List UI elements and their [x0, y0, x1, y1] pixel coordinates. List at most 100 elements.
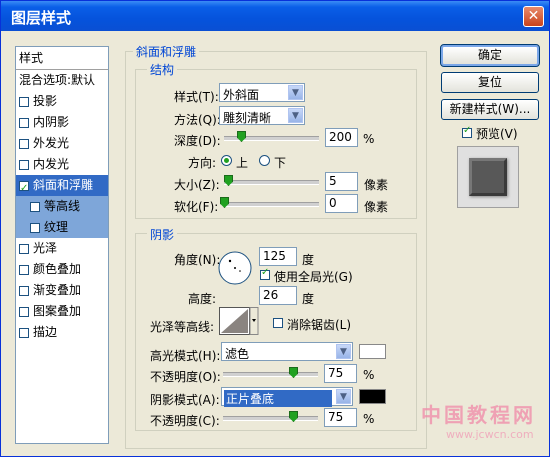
antialias-checkbox[interactable] — [273, 318, 283, 328]
soften-slider-track[interactable] — [224, 202, 319, 207]
gloss-contour-label: 光泽等高线: — [150, 320, 215, 334]
color-overlay-checkbox[interactable] — [19, 264, 29, 275]
depth-input[interactable]: 200 — [325, 128, 358, 147]
sidebar-item-label: 投影 — [33, 94, 58, 108]
global-light-label: 使用全局光(G) — [274, 270, 353, 284]
pattern-overlay-checkbox[interactable] — [19, 306, 29, 317]
direction-up-radio[interactable] — [221, 155, 232, 166]
angle-input[interactable]: 125 — [259, 247, 297, 266]
direction-down-label: 下 — [274, 156, 287, 170]
sidebar-item-label: 内阴影 — [33, 115, 70, 129]
sidebar-item-label: 渐变叠加 — [33, 283, 82, 297]
sidebar-item-label: 斜面和浮雕 — [33, 178, 94, 192]
chevron-down-icon: ▼ — [288, 85, 303, 100]
sidebar-item-label: 光泽 — [33, 241, 58, 255]
stroke-checkbox[interactable] — [19, 327, 29, 338]
altitude-input[interactable]: 26 — [259, 286, 297, 305]
sidebar-item-label: 等高线 — [44, 199, 81, 213]
sidebar-item-satin[interactable]: 光泽 — [16, 238, 108, 259]
preview-label: 预览(V) — [476, 127, 518, 141]
technique-label: 方法(Q): — [174, 113, 221, 127]
styles-list: 样式 混合选项:默认 投影 内阴影 外发光 内发光 斜面和浮雕 等高线 纹理 光… — [15, 46, 109, 444]
sidebar-item-stroke[interactable]: 描边 — [16, 322, 108, 343]
structure-title: 结构 — [147, 61, 178, 78]
shadow-mode-value: 正片叠底 — [224, 390, 332, 407]
outer-glow-checkbox[interactable] — [19, 138, 29, 149]
texture-checkbox[interactable] — [30, 222, 40, 233]
new-style-button[interactable]: 新建样式(W)... — [441, 99, 539, 120]
watermark-url: www.jcwcn.com — [446, 428, 534, 441]
highlight-mode-value: 滤色 — [225, 347, 250, 361]
global-light-checkbox[interactable] — [260, 267, 270, 280]
antialias-label: 消除锯齿(L) — [287, 318, 352, 332]
direction-up-label: 上 — [236, 156, 249, 170]
size-slider-track[interactable] — [224, 180, 319, 185]
size-label: 大小(Z): — [174, 178, 220, 192]
angle-dial[interactable] — [218, 251, 252, 285]
chevron-down-icon: ▼ — [336, 344, 351, 359]
shading-title: 阴影 — [147, 226, 178, 243]
sidebar-item-label: 纹理 — [44, 220, 69, 234]
close-button[interactable]: ✕ — [523, 6, 544, 27]
contour-checkbox[interactable] — [30, 201, 40, 212]
soften-input[interactable]: 0 — [325, 194, 358, 213]
highlight-opacity-track[interactable] — [223, 372, 318, 377]
sidebar-item-contour[interactable]: 等高线 — [16, 196, 108, 217]
gradient-overlay-checkbox[interactable] — [19, 285, 29, 296]
chevron-down-icon: ▼ — [336, 389, 351, 404]
style-preview-thumbnail — [457, 146, 519, 208]
styles-header[interactable]: 样式 — [16, 47, 108, 70]
highlight-mode-select[interactable]: 滤色 ▼ — [221, 342, 353, 361]
soften-label: 软化(F): — [174, 200, 219, 214]
shadow-opacity-input[interactable]: 75 — [324, 408, 357, 427]
shadow-opacity-label: 不透明度(C): — [150, 414, 220, 428]
altitude-unit: 度 — [302, 292, 315, 306]
inner-shadow-checkbox[interactable] — [19, 117, 29, 128]
sidebar-item-gradient-overlay[interactable]: 渐变叠加 — [16, 280, 108, 301]
highlight-color-swatch[interactable] — [359, 344, 386, 359]
sidebar-item-inner-shadow[interactable]: 内阴影 — [16, 112, 108, 133]
satin-checkbox[interactable] — [19, 243, 29, 254]
ok-button[interactable]: 确定 — [440, 44, 540, 67]
style-select-value: 外斜面 — [223, 88, 260, 102]
bevel-emboss-checkbox[interactable] — [19, 178, 29, 199]
reset-button[interactable]: 复位 — [441, 72, 539, 93]
depth-label: 深度(D): — [174, 134, 221, 148]
size-input[interactable]: 5 — [325, 172, 358, 191]
sidebar-item-color-overlay[interactable]: 颜色叠加 — [16, 259, 108, 280]
highlight-opacity-input[interactable]: 75 — [324, 364, 357, 383]
sidebar-item-label: 内发光 — [33, 157, 70, 171]
direction-down-radio[interactable] — [259, 155, 270, 166]
blend-options-item[interactable]: 混合选项:默认 — [16, 70, 108, 91]
style-label: 样式(T): — [174, 90, 219, 104]
sidebar-item-bevel-emboss[interactable]: 斜面和浮雕 — [16, 175, 108, 199]
bevel-emboss-title: 斜面和浮雕 — [133, 43, 200, 60]
sidebar-item-label: 图案叠加 — [33, 304, 82, 318]
drop-shadow-checkbox[interactable] — [19, 96, 29, 107]
shadow-mode-select[interactable]: 正片叠底 ▼ — [221, 387, 353, 407]
sidebar-item-drop-shadow[interactable]: 投影 — [16, 91, 108, 112]
sidebar-item-label: 颜色叠加 — [33, 262, 82, 276]
sidebar-item-label: 外发光 — [33, 136, 70, 150]
sidebar-item-inner-glow[interactable]: 内发光 — [16, 154, 108, 175]
highlight-opacity-label: 不透明度(O): — [150, 370, 221, 384]
soften-unit: 像素 — [364, 200, 389, 214]
preview-checkbox[interactable] — [462, 125, 472, 138]
window-title: 图层样式 — [11, 9, 72, 27]
style-select[interactable]: 外斜面 ▼ — [219, 83, 305, 102]
technique-select[interactable]: 雕刻清晰 ▼ — [219, 106, 305, 125]
shadow-color-swatch[interactable] — [359, 389, 386, 404]
technique-select-value: 雕刻清晰 — [223, 111, 272, 125]
shadow-opacity-unit: % — [363, 412, 375, 426]
sidebar-item-label: 描边 — [33, 325, 58, 339]
layer-style-dialog: 图层样式 ✕ 样式 混合选项:默认 投影 内阴影 外发光 内发光 斜面和浮雕 等… — [0, 0, 550, 457]
sidebar-item-outer-glow[interactable]: 外发光 — [16, 133, 108, 154]
highlight-mode-label: 高光模式(H): — [150, 349, 221, 363]
inner-glow-checkbox[interactable] — [19, 159, 29, 170]
chevron-down-icon: ▼ — [288, 108, 303, 123]
sidebar-item-texture[interactable]: 纹理 — [16, 217, 108, 238]
shadow-opacity-track[interactable] — [223, 416, 318, 421]
size-unit: 像素 — [364, 178, 389, 192]
sidebar-item-pattern-overlay[interactable]: 图案叠加 — [16, 301, 108, 322]
gloss-contour-picker[interactable] — [219, 307, 259, 335]
